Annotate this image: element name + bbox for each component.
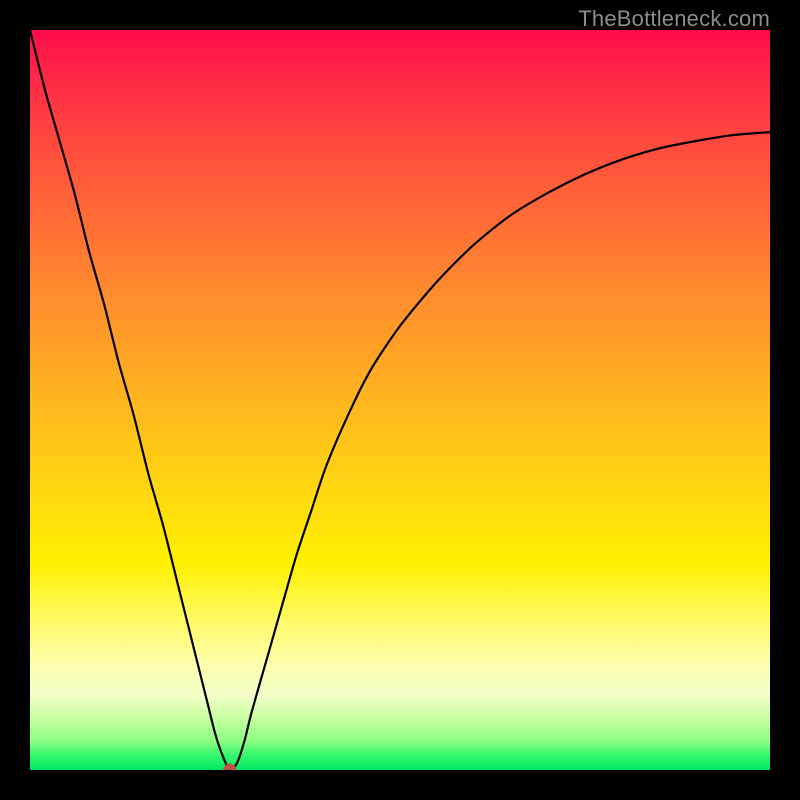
bottleneck-curve — [30, 30, 770, 770]
curve-layer — [30, 30, 770, 770]
chart-frame: TheBottleneck.com — [0, 0, 800, 800]
plot-area — [30, 30, 770, 770]
watermark-text: TheBottleneck.com — [578, 6, 770, 32]
